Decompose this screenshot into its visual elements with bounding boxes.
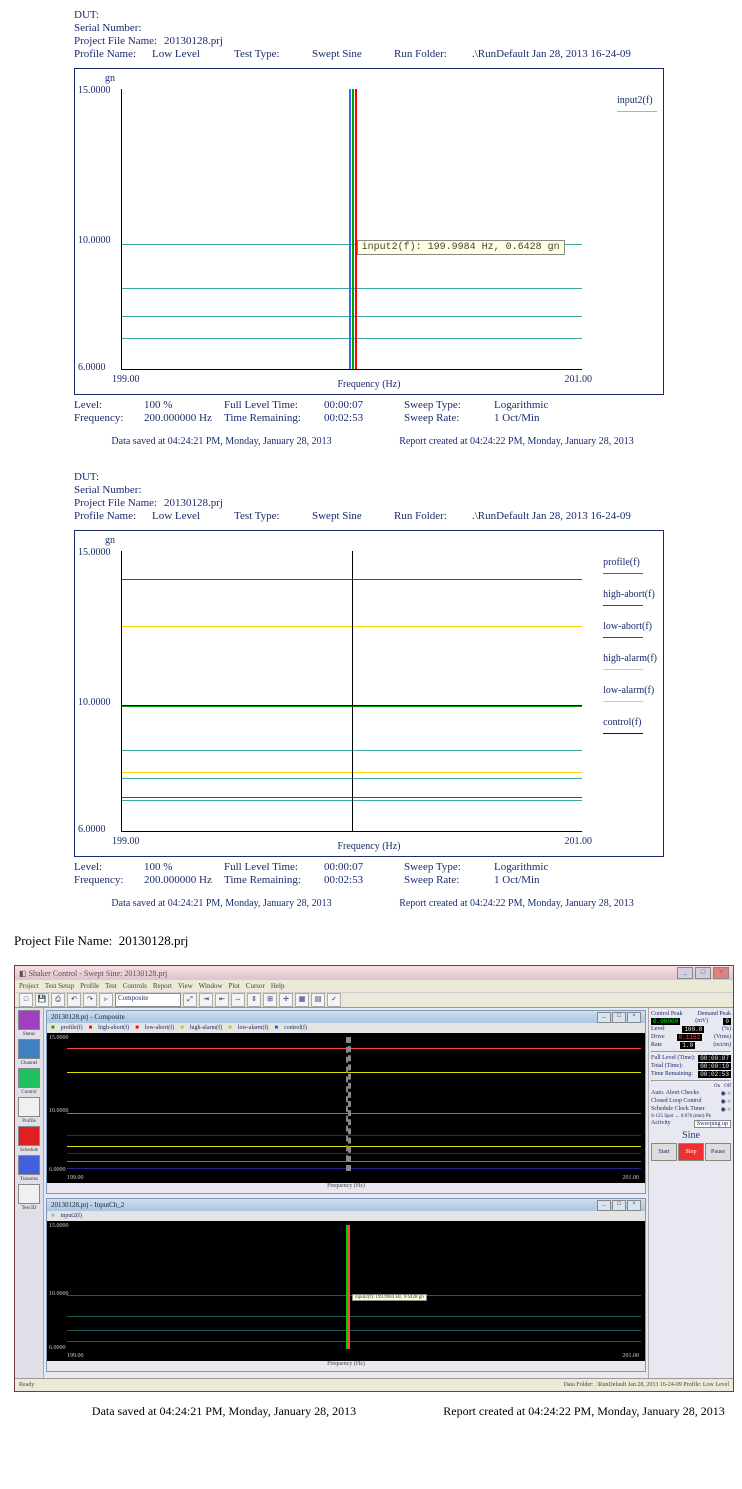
runfolder-value: .\RunDefault Jan 28, 2013 16-24-09 [472,48,631,60]
tool-grid-icon[interactable]: ⊞ [263,993,277,1007]
toolbar: □ 💾 ⎙ ↶ ↷ ▹ Composite ⤢ ⇥ ⇤ ⇔ ⇕ ⊞ ✛ ▦ ▤ … [15,992,733,1008]
win1-plot[interactable]: 15.0000 10.0000 6.0000 199.00 201.00 [47,1033,645,1183]
chart-2: gn 15.0000 10.0000 6.0000 199.00 201.00 … [74,530,664,857]
chart-1-xlabel: Frequency (Hz) [337,379,400,390]
app-icon: ◧ [19,969,27,978]
tool-print-icon[interactable]: ⎙ [51,993,65,1007]
win2-close-icon[interactable]: × [627,1200,641,1211]
tool-check-icon[interactable]: ✓ [327,993,341,1007]
chart-1-legend: input2(f) [617,95,657,127]
control-peak-value: 0.00000 [651,1018,680,1025]
maximize-button[interactable]: □ [695,967,711,979]
sidebar-channel-icon[interactable] [18,1039,40,1059]
tool-play-icon[interactable]: ▹ [99,993,113,1007]
closed-loop-radio[interactable]: ◉ ○ [721,1098,731,1105]
testtype-value: Swept Sine [312,48,382,60]
project-value: 20130128.prj [164,35,223,47]
win2-max-icon[interactable]: □ [612,1200,626,1211]
app-sidebar: Status Channel Control Profile Schedule … [15,1008,44,1378]
menu-test[interactable]: Test [105,982,117,990]
tool-undo-icon[interactable]: ↶ [67,993,81,1007]
tool-new-icon[interactable]: □ [19,993,33,1007]
app-title: Shaker Control - Swept Sine: 20130128.pr… [29,969,168,978]
profile-label: Profile Name: [74,48,144,60]
win2-min-icon[interactable]: _ [597,1200,611,1211]
menu-report[interactable]: Report [153,982,172,990]
sidebar-testid-icon[interactable] [18,1184,40,1204]
app-right-panel: Control PeakDemand Peak 0.00000(mV)0 Lev… [648,1008,733,1378]
project-file-line: Project File Name: 20130128.prj [14,933,742,949]
chart-1-tooltip: input2(f): 199.9984 Hz, 0.6428 gn [357,240,565,255]
menu-cursor[interactable]: Cursor [246,982,265,990]
menu-view[interactable]: View [178,982,193,990]
chart-1-ylabel: gn [105,73,115,84]
win1-min-icon[interactable]: _ [597,1012,611,1023]
win2-plot[interactable]: 15.0000 10.0000 6.0000 199.00 201.00 inp… [47,1221,645,1361]
win2-legend: ■input2(f) [47,1211,645,1221]
sidebar-transmis-icon[interactable] [18,1155,40,1175]
minimize-button[interactable]: _ [677,967,693,979]
pause-button[interactable]: Pause [705,1143,731,1161]
chart-1: gn input2(f): 199.9984 Hz, 0.6428 gn 15.… [74,68,664,395]
sidebar-status-icon[interactable] [18,1010,40,1030]
footer-timestamps-1: Data saved at 04:24:21 PM, Monday, Janua… [74,436,664,447]
menubar[interactable]: Project Test Setup Profile Test Controls… [15,980,733,992]
start-button[interactable]: Start [651,1143,677,1161]
auto-abort-radio[interactable]: ◉ ○ [721,1090,731,1097]
tool-cascade-icon[interactable]: ▤ [311,993,325,1007]
menu-profile[interactable]: Profile [80,982,99,990]
menu-plot[interactable]: Plot [229,982,240,990]
tool-redo-icon[interactable]: ↷ [83,993,97,1007]
report-header-2: DUT: Serial Number: Project File Name: 2… [74,471,742,522]
chart-window-input2: 20130128.prj - InputCh_2 _□× ■input2(f) … [46,1198,646,1372]
profile-value: Low Level [152,48,222,60]
stop-button[interactable]: Stop [678,1143,704,1161]
chart-window-composite: 20130128.prj - Composite _□× ■profile(f)… [46,1010,646,1194]
tool-tile-icon[interactable]: ▦ [295,993,309,1007]
win1-max-icon[interactable]: □ [612,1012,626,1023]
menu-window[interactable]: Window [199,982,223,990]
sidebar-control-icon[interactable] [18,1068,40,1088]
tool-start-icon[interactable]: ⇤ [215,993,229,1007]
dut-label: DUT: [74,9,164,21]
menu-controls[interactable]: Controls [123,982,147,990]
testtype-label: Test Type: [234,48,304,60]
tool-save-icon[interactable]: 💾 [35,993,49,1007]
runfolder-label: Run Folder: [394,48,464,60]
report-header-1: DUT: Serial Number: Project File Name: 2… [74,9,742,60]
tool-view-dropdown[interactable]: Composite [115,993,181,1007]
status-row-2: Frequency:200.000000 Hz Time Remaining:0… [74,412,664,424]
app-titlebar[interactable]: ◧ Shaker Control - Swept Sine: 20130128.… [15,966,733,980]
app-main: 20130128.prj - Composite _□× ■profile(f)… [44,1008,648,1378]
menu-help[interactable]: Help [271,982,285,990]
serial-label: Serial Number: [74,22,164,34]
win1-close-icon[interactable]: × [627,1012,641,1023]
chart-2-legend: profile(f) high-abort(f) low-abort(f) hi… [603,557,657,749]
sidebar-profile-icon[interactable] [18,1097,40,1117]
tool-zoom-icon[interactable]: ⤢ [183,993,197,1007]
close-button[interactable]: × [713,967,729,979]
sched-timer-radio[interactable]: ◉ ○ [721,1106,731,1113]
demand-peak-value: 0 [723,1018,731,1025]
tool-end-icon[interactable]: ⇥ [199,993,213,1007]
app-screenshot: ◧ Shaker Control - Swept Sine: 20130128.… [14,965,734,1392]
tool-fit-icon[interactable]: ⇔ [231,993,245,1007]
app-statusbar: Ready Data Folder: .\RunDefault Jan 28, … [15,1378,733,1391]
menu-project[interactable]: Project [19,982,39,990]
win1-legend: ■profile(f) ■high-abort(f) ■low-abort(f)… [47,1023,645,1033]
sidebar-sched-icon[interactable] [18,1126,40,1146]
status-row-1: Level:100 % Full Level Time:00:00:07 Swe… [74,399,664,411]
tool-cursor-icon[interactable]: ✛ [279,993,293,1007]
menu-testsetup[interactable]: Test Setup [45,982,74,990]
chart-1-plot: input2(f): 199.9984 Hz, 0.6428 gn 15.000… [121,89,582,370]
footer-timestamps-3: Data saved at 04:24:21 PM, Monday, Janua… [44,1404,742,1419]
tool-fitv-icon[interactable]: ⇕ [247,993,261,1007]
chart-2-plot: 15.0000 10.0000 6.0000 199.00 201.00 [121,551,582,832]
project-label: Project File Name: [74,35,164,47]
